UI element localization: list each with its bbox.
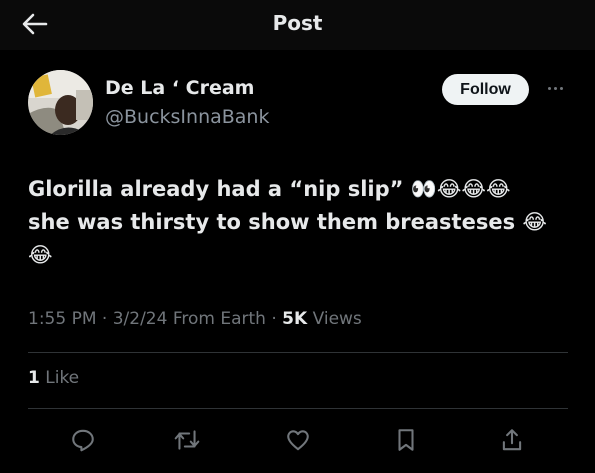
avatar[interactable] xyxy=(28,70,93,135)
tweet-meta: 1:55 PM · 3/2/24 From Earth · 5K Views xyxy=(28,309,362,329)
tweet-line-3-emoji: 😂 xyxy=(28,243,53,267)
tweet-line-1-emoji: 👀😂😂😂 xyxy=(410,177,511,201)
tweet-date[interactable]: 3/2/24 xyxy=(113,309,168,329)
divider xyxy=(28,408,568,409)
page-title: Post xyxy=(272,11,323,35)
tweet-line-1-text: Glorilla already had a “nip slip” xyxy=(28,177,411,201)
retweet-icon[interactable] xyxy=(172,425,202,455)
author-name[interactable]: De La ‘ Cream xyxy=(105,77,254,99)
meta-separator: · xyxy=(265,309,283,329)
divider xyxy=(28,352,568,353)
views-count[interactable]: 5K xyxy=(282,309,307,329)
like-count: 1 xyxy=(28,368,40,388)
share-icon[interactable] xyxy=(497,425,527,455)
top-bar: Post xyxy=(0,0,595,50)
follow-button[interactable]: Follow xyxy=(442,74,529,105)
author-handle[interactable]: @BucksInnaBank xyxy=(105,106,269,128)
tweet-text: Glorilla already had a “nip slip” 👀😂😂😂 s… xyxy=(28,173,568,272)
tweet-time[interactable]: 1:55 PM xyxy=(28,309,97,329)
tweet-source: From Earth xyxy=(167,309,266,329)
more-dot xyxy=(547,86,551,90)
bookmark-icon[interactable] xyxy=(391,425,421,455)
like-label: Like xyxy=(39,368,80,388)
heart-icon[interactable] xyxy=(283,425,313,455)
meta-separator: · xyxy=(96,309,113,329)
tweet-line-2-emoji: 😂 xyxy=(522,210,547,234)
more-dot xyxy=(553,86,557,90)
views-label: Views xyxy=(307,309,362,329)
more-horizontal-icon[interactable] xyxy=(543,80,567,96)
more-dot xyxy=(559,86,563,90)
tweet-line-2-text: she was thirsty to show them breasteses xyxy=(28,210,523,234)
likes-summary[interactable]: 1 Like xyxy=(28,368,79,388)
reply-icon[interactable] xyxy=(68,425,98,455)
